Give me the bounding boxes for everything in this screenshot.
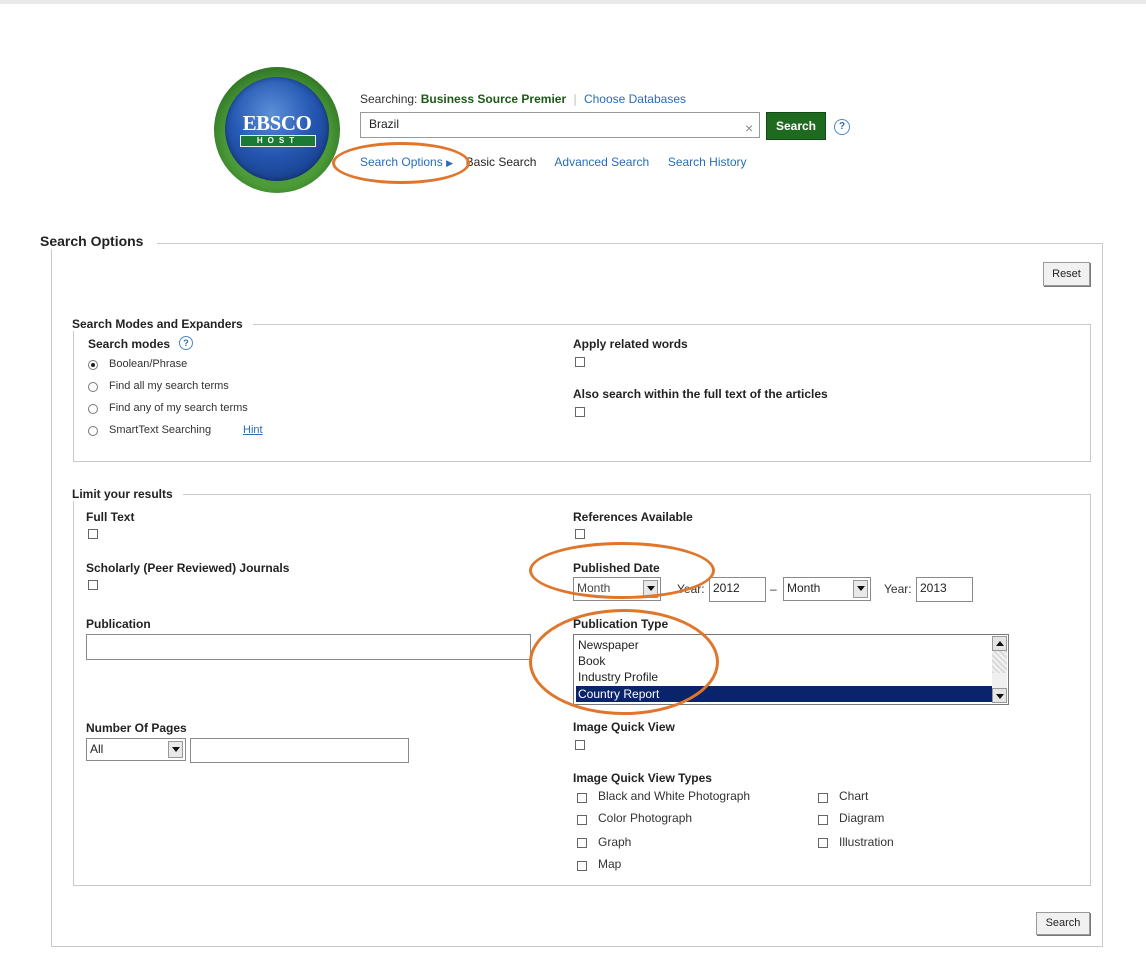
publication-type-option[interactable]: Industry Profile [576,669,994,685]
publication-type-option-selected[interactable]: Country Report [576,686,994,702]
image-type-checkbox[interactable] [818,793,828,803]
search-nav: Search Options ▶ Basic Search Advanced S… [360,155,747,169]
full-text-checkbox[interactable] [88,529,98,539]
radio-find-all[interactable] [88,382,98,392]
month-to-select[interactable]: Month [783,577,871,601]
image-type-label: Map [598,857,622,871]
hint-link[interactable]: Hint [243,424,263,436]
publication-type-listbox[interactable]: Newspaper Book Industry Profile Country … [573,634,1009,705]
caret-right-icon: ▶ [446,158,453,168]
help-icon[interactable]: ? [834,119,850,135]
image-type-label: Diagram [839,811,885,825]
publication-input[interactable] [86,634,531,660]
scholarly-checkbox[interactable] [88,580,98,590]
month-from-select[interactable]: Month [573,577,661,601]
image-quick-view-label: Image Quick View [573,720,675,734]
dropdown-arrow-icon [168,741,183,758]
year-from-label: Year: [677,582,705,596]
publication-label: Publication [86,617,151,631]
apply-related-words-checkbox[interactable] [575,357,585,367]
top-border [0,0,1146,4]
search-modes-title: Search Modes and Expanders [72,317,253,331]
dropdown-arrow-icon [643,580,658,598]
search-options-title: Search Options [40,233,158,249]
image-type-label: Graph [598,835,632,849]
logo-text: EBSCO [242,111,312,135]
month-from-value: Month [577,581,611,595]
reset-button[interactable]: Reset [1043,262,1090,286]
logo-subtext: HOST [240,135,316,147]
publication-type-option[interactable]: Book [576,653,994,669]
radio-find-any[interactable] [88,404,98,414]
image-type-checkbox[interactable] [818,838,828,848]
search-button[interactable]: Search [766,112,826,140]
mode-label: Find all my search terms [109,380,229,392]
apply-related-words-label: Apply related words [573,337,688,351]
searching-label: Searching: [360,92,418,106]
mode-label: Boolean/Phrase [109,358,188,370]
search-modes-help-icon[interactable]: ? [179,336,193,350]
image-type-checkbox[interactable] [577,793,587,803]
advanced-search-link[interactable]: Advanced Search [554,155,649,169]
full-text-search-checkbox[interactable] [575,407,585,417]
mode-label: Find any of my search terms [109,402,248,414]
scholarly-label: Scholarly (Peer Reviewed) Journals [86,561,290,575]
search-history-link[interactable]: Search History [668,155,747,169]
year-to-label: Year: [884,582,912,596]
bottom-search-button[interactable]: Search [1036,912,1090,935]
pages-input[interactable] [190,738,409,763]
year-to-input[interactable]: 2013 [916,577,973,602]
publication-type-option[interactable]: Newspaper [576,637,994,653]
month-to-value: Month [787,581,821,595]
scroll-thumb[interactable] [992,651,1007,673]
limit-results-title: Limit your results [72,487,183,501]
date-range-dash: – [770,582,777,596]
pages-select[interactable]: All [86,738,186,761]
references-available-checkbox[interactable] [575,529,585,539]
search-input[interactable]: Brazil [360,112,760,138]
image-type-checkbox[interactable] [577,838,587,848]
publication-type-label: Publication Type [573,617,669,631]
search-options-link[interactable]: Search Options ▶ [360,155,453,169]
references-available-label: References Available [573,510,693,524]
scroll-down-icon[interactable] [992,688,1007,703]
image-type-label: Chart [839,789,869,803]
pages-select-value: All [90,742,104,756]
basic-search-link[interactable]: Basic Search [466,155,537,169]
scroll-up-icon[interactable] [992,636,1007,651]
full-text-search-label: Also search within the full text of the … [573,387,828,401]
search-modes-label: Search modes [88,337,171,351]
image-type-label: Illustration [839,835,894,849]
published-date-label: Published Date [573,561,660,575]
searching-line: Searching: Business Source Premier | Cho… [360,92,686,106]
full-text-label: Full Text [86,510,135,524]
listbox-scrollbar[interactable] [992,636,1007,703]
year-from-input[interactable]: 2012 [709,577,766,602]
separator: | [573,92,577,106]
image-type-checkbox[interactable] [577,861,587,871]
clear-search-icon[interactable]: × [745,121,753,135]
mode-label: SmartText Searching [109,424,212,436]
image-quick-view-types-label: Image Quick View Types [573,771,712,785]
database-name: Business Source Premier [420,92,567,106]
image-type-label: Color Photograph [598,811,693,825]
dropdown-arrow-icon [853,580,868,598]
image-type-checkbox[interactable] [818,815,828,825]
number-of-pages-label: Number Of Pages [86,721,187,735]
image-quick-view-checkbox[interactable] [575,740,585,750]
radio-boolean-phrase[interactable] [88,360,98,370]
image-type-label: Black and White Photograph [598,789,751,803]
image-type-checkbox[interactable] [577,815,587,825]
choose-databases-link[interactable]: Choose Databases [584,92,686,106]
radio-smarttext[interactable] [88,426,98,436]
